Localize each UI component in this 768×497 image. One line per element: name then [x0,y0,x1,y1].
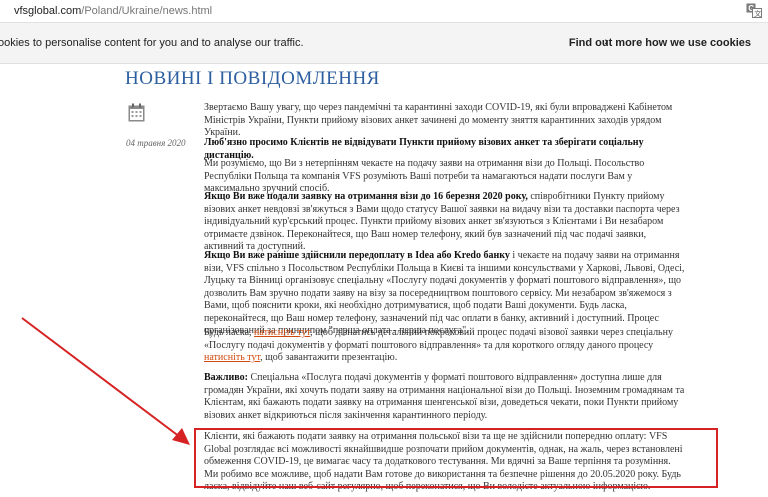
prepaid-bold: Якщо Ви вже раніше здійснили передоплату… [204,250,510,261]
request-text: Люб'язно просимо Клієнтів не відвідувати… [204,137,644,161]
url-path: /Poland/Ukraine/news.html [81,5,213,17]
paragraph-important: Важливо: Спеціальна «Послуга подачі доку… [204,372,686,422]
prepaid-text: і чекаєте на подачу заяви на отримання в… [204,250,685,336]
cookie-banner: ookies to personalise content for you an… [0,23,768,64]
click-here-link-process[interactable]: натисніть тут [254,327,310,338]
click-text-a: Будь ласка, [204,327,255,338]
svg-text:文: 文 [754,9,761,18]
submitted-bold: Якщо Ви вже подали заявку на отримання в… [204,191,528,202]
click-here-link-presentation[interactable]: натисніть тут [204,352,260,363]
url-text[interactable]: vfsglobal.com/Poland/Ukraine/news.html [14,5,212,17]
annotation-highlight-box [194,428,718,488]
news-date: 04 травня 2020 [126,138,186,148]
paragraph-understanding: Ми розуміємо, що Ви з нетерпінням чекаєт… [204,158,645,194]
calendar-icon [128,103,145,122]
translate-icon[interactable]: G 文 [746,3,762,18]
paragraph-submitted: Якщо Ви вже подали заявку на отримання в… [204,191,686,254]
click-text-c: , щоб завантажити презентацію. [260,352,398,363]
cookie-message: ookies to personalise content for you an… [0,37,304,49]
paragraph-intro: Звертаємо Вашу увагу, що через пандемічн… [204,102,673,138]
address-bar[interactable]: vfsglobal.com/Poland/Ukraine/news.html G… [0,0,768,23]
important-bold: Важливо: [204,372,248,383]
cookie-more-link[interactable]: Find out more how we use cookies [569,37,751,49]
paragraph-click-here: Будь ласка, натисніть тут, щоб дізнатись… [204,327,686,365]
important-text: Спеціальна «Послуга подачі документів у … [204,372,685,421]
url-domain: vfsglobal.com [14,5,82,17]
page-title: НОВИНІ І ПОВІДОМЛЕННЯ [125,68,380,89]
paragraph-prepaid: Якщо Ви вже раніше здійснили передоплату… [204,250,686,338]
